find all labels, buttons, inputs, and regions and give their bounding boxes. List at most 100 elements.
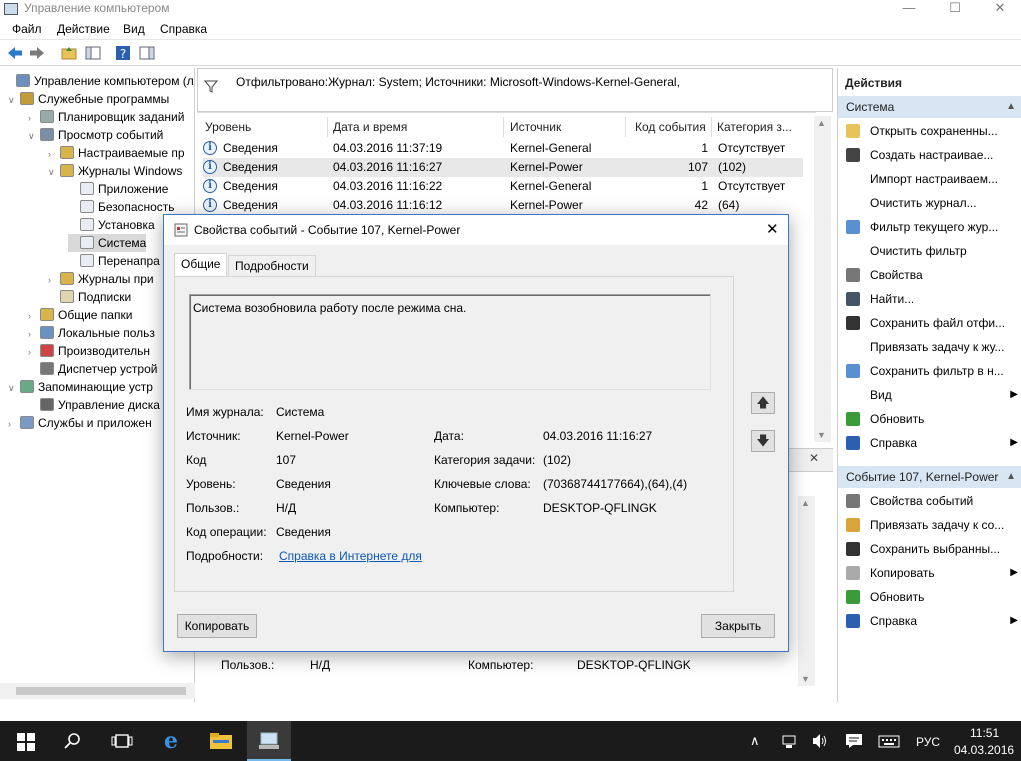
tree-node[interactable]: › Планировщик заданий bbox=[28, 108, 184, 126]
tree-node[interactable]: › Журналы при bbox=[48, 270, 154, 288]
tree-node[interactable]: Приложение bbox=[68, 180, 168, 198]
forward-icon[interactable] bbox=[28, 44, 46, 62]
search-icon[interactable] bbox=[64, 732, 82, 750]
dialog-close-icon[interactable]: ✕ bbox=[766, 220, 779, 238]
input-language[interactable]: РУС bbox=[916, 735, 940, 749]
chevron-right-icon[interactable]: › bbox=[28, 109, 40, 127]
tree-node[interactable]: Установка bbox=[68, 216, 155, 234]
tab-details[interactable]: Подробности bbox=[228, 255, 316, 277]
tree-node[interactable]: Управление диска bbox=[28, 396, 160, 414]
show-hide-action-pane-icon[interactable] bbox=[138, 44, 156, 62]
taskbar-computer-management[interactable] bbox=[247, 721, 291, 761]
tree-node[interactable]: › Службы и приложен bbox=[8, 414, 152, 432]
chevron-right-icon[interactable]: › bbox=[48, 271, 60, 289]
online-help-link[interactable]: Справка в Интернете для bbox=[279, 549, 422, 563]
actions-section-system[interactable]: Система ▲ bbox=[838, 96, 1021, 118]
event-row[interactable]: i Сведения 04.03.2016 11:16:12 Kernel-Power… bbox=[203, 196, 803, 215]
tree-node[interactable]: Перенапра bbox=[68, 252, 160, 270]
file-explorer-icon[interactable] bbox=[209, 732, 233, 750]
action-item[interactable]: Очистить журнал... bbox=[838, 191, 1021, 215]
action-item[interactable]: Привязать задачу к со... bbox=[838, 513, 1021, 537]
show-hidden-icons-chevron-icon[interactable]: ∧ bbox=[750, 733, 760, 749]
tree-node[interactable]: Управление компьютером (л bbox=[4, 72, 194, 90]
tree-node[interactable]: Подписки bbox=[48, 288, 131, 306]
chevron-right-icon[interactable]: › bbox=[28, 343, 40, 361]
menu-file[interactable]: Файл bbox=[12, 22, 42, 36]
maximize-button[interactable]: ☐ bbox=[935, 0, 975, 18]
column-category[interactable]: Категория з... bbox=[717, 116, 792, 138]
action-item[interactable]: Создать настраивае... bbox=[838, 143, 1021, 167]
tree-node[interactable]: ∨ Журналы Windows bbox=[48, 162, 182, 180]
tab-general[interactable]: Общие bbox=[174, 253, 228, 277]
menu-help[interactable]: Справка bbox=[160, 22, 207, 36]
back-icon[interactable] bbox=[6, 44, 24, 62]
tree-node[interactable]: ∨ Служебные программы bbox=[8, 90, 169, 108]
column-event-id[interactable]: Код события bbox=[635, 116, 706, 138]
action-item[interactable]: Сохранить фильтр в н... bbox=[838, 359, 1021, 383]
action-item[interactable]: Привязать задачу к жу... bbox=[838, 335, 1021, 359]
close-preview-icon[interactable]: ✕ bbox=[809, 451, 819, 465]
chevron-down-icon[interactable]: ∨ bbox=[48, 163, 60, 181]
column-source[interactable]: Источник bbox=[510, 116, 561, 138]
action-item[interactable]: Обновить bbox=[838, 407, 1021, 431]
chevron-right-icon[interactable]: › bbox=[8, 415, 20, 433]
minimize-button[interactable]: — bbox=[889, 0, 929, 18]
action-item[interactable]: Свойства событий bbox=[838, 489, 1021, 513]
close-button[interactable]: Закрыть bbox=[701, 614, 775, 638]
clock-time[interactable]: 11:51 bbox=[970, 726, 999, 740]
keyboard-icon[interactable] bbox=[878, 735, 900, 748]
action-item[interactable]: Найти... bbox=[838, 287, 1021, 311]
action-item[interactable]: Сохранить выбранны... bbox=[838, 537, 1021, 561]
event-row[interactable]: i Сведения 04.03.2016 11:37:19 Kernel-Gener… bbox=[203, 139, 803, 158]
chevron-down-icon[interactable]: ∨ bbox=[28, 127, 40, 145]
tree-node[interactable]: › Локальные польз bbox=[28, 324, 155, 342]
event-row[interactable]: i Сведения 04.03.2016 11:16:27 Kernel-Power… bbox=[203, 158, 803, 177]
tree-node[interactable]: Система bbox=[68, 234, 147, 252]
chevron-right-icon[interactable]: › bbox=[28, 307, 40, 325]
tree-node[interactable]: Безопасность bbox=[68, 198, 175, 216]
tree-node[interactable]: Диспетчер устрой bbox=[28, 360, 157, 378]
chevron-right-icon[interactable]: › bbox=[48, 145, 60, 163]
power-plug-icon[interactable] bbox=[781, 734, 799, 749]
menu-action[interactable]: Действие bbox=[57, 22, 110, 36]
action-center-icon[interactable] bbox=[845, 733, 863, 749]
tree-scrollbar[interactable] bbox=[0, 683, 195, 699]
tree-node[interactable]: › Настраиваемые пр bbox=[48, 144, 185, 162]
tree-node[interactable]: ∨ Просмотр событий bbox=[28, 126, 163, 144]
action-item[interactable]: Копировать ▶ bbox=[838, 561, 1021, 585]
windows-start-icon[interactable] bbox=[17, 733, 35, 751]
menu-view[interactable]: Вид bbox=[123, 22, 145, 36]
up-folder-icon[interactable] bbox=[60, 44, 78, 62]
action-item[interactable]: Очистить фильтр bbox=[838, 239, 1021, 263]
close-window-button[interactable]: ✕ bbox=[980, 0, 1020, 18]
volume-icon[interactable] bbox=[811, 733, 829, 749]
task-view-icon[interactable] bbox=[111, 733, 133, 749]
actions-section-event[interactable]: Событие 107, Kernel-Power ▲ bbox=[838, 466, 1021, 488]
action-item[interactable]: Вид ▶ bbox=[838, 383, 1021, 407]
action-item[interactable]: Сохранить файл отфи... bbox=[838, 311, 1021, 335]
action-item[interactable]: Свойства bbox=[838, 263, 1021, 287]
chevron-right-icon[interactable]: › bbox=[28, 325, 40, 343]
tree-node[interactable]: › Общие папки bbox=[28, 306, 132, 324]
event-row[interactable]: i Сведения 04.03.2016 11:16:22 Kernel-Gener… bbox=[203, 177, 803, 196]
clock-date[interactable]: 04.03.2016 bbox=[954, 743, 1014, 757]
event-description[interactable]: Система возобновила работу после режима … bbox=[189, 294, 711, 390]
help-icon[interactable]: ? bbox=[114, 44, 132, 62]
tree-node[interactable]: › Производительн bbox=[28, 342, 150, 360]
show-hide-tree-icon[interactable] bbox=[84, 44, 102, 62]
preview-scrollbar[interactable]: ▲ ▼ bbox=[798, 496, 815, 686]
action-item[interactable]: Фильтр текущего жур... bbox=[838, 215, 1021, 239]
action-item[interactable]: Справка ▶ bbox=[838, 431, 1021, 455]
chevron-down-icon[interactable]: ∨ bbox=[8, 379, 20, 397]
action-item[interactable]: Открыть сохраненны... bbox=[838, 119, 1021, 143]
column-level[interactable]: Уровень bbox=[205, 116, 251, 138]
previous-event-button[interactable]: 🡅 bbox=[751, 392, 775, 414]
action-item[interactable]: Импорт настраиваем... bbox=[838, 167, 1021, 191]
action-item[interactable]: Обновить bbox=[838, 585, 1021, 609]
next-event-button[interactable]: 🡇 bbox=[751, 430, 775, 452]
chevron-down-icon[interactable]: ∨ bbox=[8, 91, 20, 109]
action-item[interactable]: Справка ▶ bbox=[838, 609, 1021, 633]
column-date[interactable]: Дата и время bbox=[333, 116, 407, 138]
edge-browser-icon[interactable]: e bbox=[160, 730, 182, 752]
events-scrollbar[interactable]: ▲ ▼ bbox=[814, 116, 831, 442]
